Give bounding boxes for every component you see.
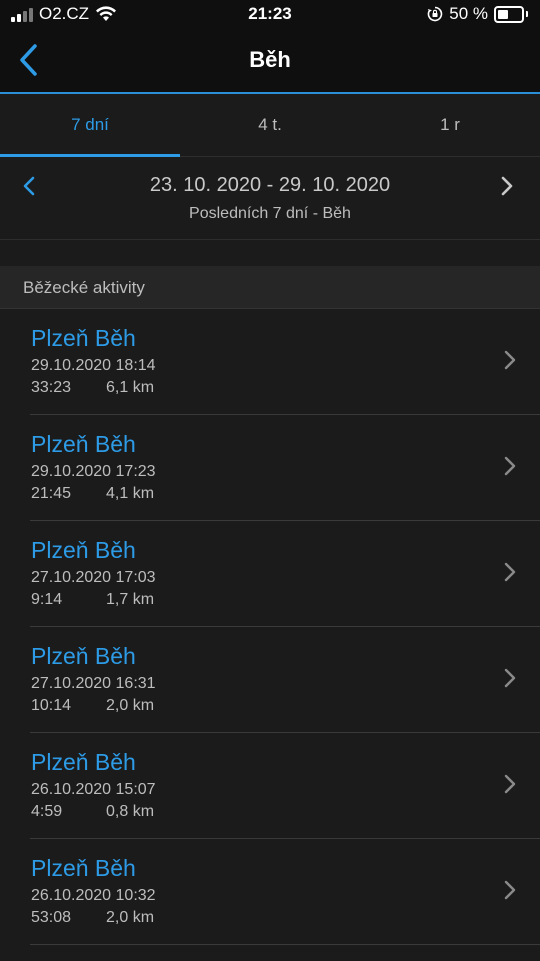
activity-list: Plzeň Běh 29.10.2020 18:14 33:23 6,1 km …	[0, 309, 540, 945]
activity-distance: 1,7 km	[106, 591, 155, 608]
status-bar: O2.CZ 21:23 50 %	[0, 0, 540, 30]
date-range-title: 23. 10. 2020 - 29. 10. 2020	[149, 174, 391, 196]
activity-date: 26.10.2020 10:32	[31, 887, 156, 904]
activity-item[interactable]: Plzeň Běh 27.10.2020 16:31 10:14 2,0 km	[30, 627, 540, 733]
battery-fill	[498, 9, 508, 19]
activity-title: Plzeň Běh	[31, 431, 136, 457]
tab-1-year[interactable]: 1 r	[360, 94, 540, 156]
nav-bar: Běh	[0, 30, 540, 94]
activity-date: 29.10.2020 17:23	[31, 463, 156, 480]
period-tabs: 7 dní 4 t. 1 r	[0, 94, 540, 157]
orientation-lock-icon	[427, 6, 443, 22]
activity-stats: 10:14 2,0 km	[31, 697, 154, 715]
section-title: Běžecké aktivity	[23, 278, 145, 297]
page-title: Běh	[249, 47, 291, 72]
activity-stats: 9:14 1,7 km	[31, 591, 154, 609]
activity-stats: 21:45 4,1 km	[31, 485, 154, 503]
date-range-subtitle: Posledních 7 dní - Běh	[189, 205, 351, 222]
activity-distance: 6,1 km	[106, 379, 155, 396]
battery-tip	[526, 11, 528, 17]
activity-distance: 4,1 km	[106, 485, 155, 502]
activity-distance: 2,0 km	[106, 697, 155, 714]
activity-duration: 53:08	[31, 909, 72, 926]
chevron-right-icon	[504, 456, 516, 476]
activity-stats: 53:08 2,0 km	[31, 909, 154, 927]
activity-duration: 33:23	[31, 379, 72, 396]
chevron-right-icon	[504, 350, 516, 370]
activity-title: Plzeň Běh	[31, 325, 136, 351]
activity-distance: 2,0 km	[106, 909, 155, 926]
activity-date: 26.10.2020 15:07	[31, 781, 156, 798]
chevron-right-icon	[501, 176, 513, 196]
activity-title: Plzeň Běh	[31, 749, 136, 775]
battery-percent: 50 %	[449, 4, 488, 23]
tab-label: 4 t.	[258, 115, 282, 134]
activity-item[interactable]: Plzeň Běh 26.10.2020 15:07 4:59 0,8 km	[30, 733, 540, 839]
activity-title: Plzeň Běh	[31, 537, 136, 563]
date-range: 23. 10. 2020 - 29. 10. 2020 Posledních 7…	[0, 157, 540, 240]
activity-duration: 4:59	[31, 803, 63, 820]
activity-duration: 21:45	[31, 485, 72, 502]
tab-label: 1 r	[440, 115, 460, 134]
activity-date: 27.10.2020 16:31	[31, 675, 156, 692]
chevron-right-icon	[504, 668, 516, 688]
chevron-right-icon	[504, 562, 516, 582]
activity-date: 27.10.2020 17:03	[31, 569, 156, 586]
activity-stats: 4:59 0,8 km	[31, 803, 154, 821]
chevron-right-icon	[504, 774, 516, 794]
battery-icon	[494, 5, 524, 23]
activity-item[interactable]: Plzeň Běh 26.10.2020 10:32 53:08 2,0 km	[30, 839, 540, 945]
activity-duration: 9:14	[31, 591, 63, 608]
screen: O2.CZ 21:23 50 % Běh 7 dní 4 t. 1 r 23. …	[0, 0, 540, 961]
activity-date: 29.10.2020 18:14	[31, 357, 156, 374]
activity-item[interactable]: Plzeň Běh 29.10.2020 18:14 33:23 6,1 km	[30, 309, 540, 415]
activity-title: Plzeň Běh	[31, 855, 136, 881]
activity-stats: 33:23 6,1 km	[31, 379, 154, 397]
activity-distance: 0,8 km	[106, 803, 155, 820]
activity-item[interactable]: Plzeň Běh 29.10.2020 17:23 21:45 4,1 km	[30, 415, 540, 521]
section-header: Běžecké aktivity	[0, 266, 540, 309]
activity-duration: 10:14	[31, 697, 72, 714]
status-right: 50 %	[427, 4, 528, 24]
activity-item[interactable]: Plzeň Běh 27.10.2020 17:03 9:14 1,7 km	[30, 521, 540, 627]
tab-4-weeks[interactable]: 4 t.	[180, 94, 360, 156]
next-range-button[interactable]	[492, 171, 522, 201]
chevron-right-icon	[504, 880, 516, 900]
tab-label: 7 dní	[71, 115, 109, 134]
activity-title: Plzeň Běh	[31, 643, 136, 669]
tab-7-days[interactable]: 7 dní	[0, 94, 180, 157]
